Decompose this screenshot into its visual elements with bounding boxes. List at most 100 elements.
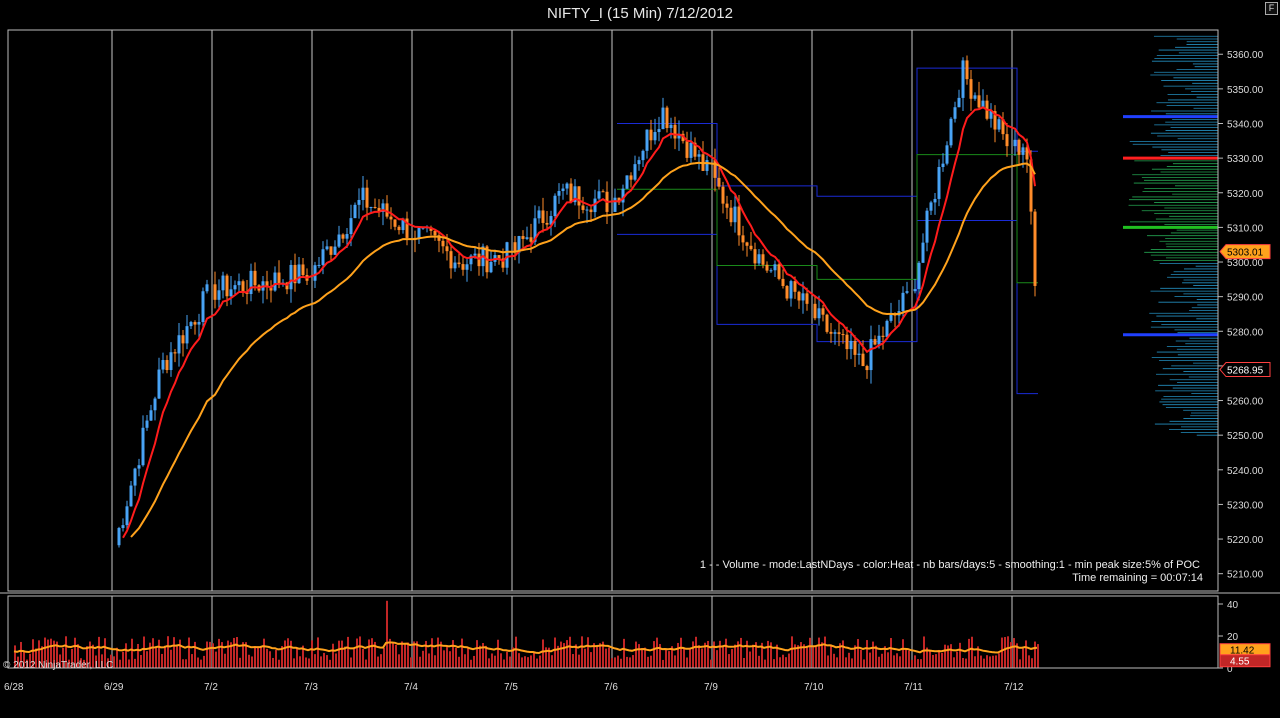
y-tick-label: 5220.00: [1227, 535, 1264, 546]
candle-body: [817, 308, 821, 319]
volume-bar: [455, 647, 457, 668]
volume-bar: [257, 647, 259, 668]
volume-bar: [323, 652, 325, 668]
candle-body: [345, 234, 349, 239]
volume-bar: [830, 644, 832, 668]
volume-bar: [533, 652, 535, 668]
volume-bar: [707, 640, 709, 668]
candle-body: [577, 186, 581, 206]
volume-bar: [518, 653, 520, 668]
volume-bar: [773, 659, 775, 668]
volume-bar: [464, 654, 466, 668]
candle-body: [885, 320, 889, 337]
volume-bar: [938, 649, 940, 668]
candle-body: [849, 340, 853, 350]
candle-body: [441, 240, 445, 247]
volume-bar: [218, 638, 220, 668]
volume-bar: [578, 654, 580, 668]
volume-bar: [1031, 658, 1033, 668]
volume-bar: [1019, 659, 1021, 668]
volume-bar: [824, 636, 826, 668]
candle-body: [637, 160, 641, 165]
volume-bar: [866, 640, 868, 668]
volume-bar: [848, 652, 850, 668]
candle-body: [865, 366, 869, 371]
candle-body: [953, 107, 957, 119]
y-tick-label: 5240.00: [1227, 466, 1264, 477]
volume-bar: [335, 653, 337, 668]
candle-body: [905, 291, 909, 293]
candle-body: [665, 107, 669, 129]
volume-bar: [629, 657, 631, 668]
volume-bar: [497, 639, 499, 668]
chart-canvas[interactable]: 6/28 6/29 7/2 7/3 7/4 7/5 7/6 7/9 7/10 7/11 7/12 52…: [0, 0, 1280, 718]
volume-bar: [146, 651, 148, 668]
candle-body: [137, 465, 141, 469]
candle-body: [961, 60, 965, 98]
volume-bar: [275, 649, 277, 668]
volume-bar: [371, 638, 373, 668]
volume-bar: [782, 654, 784, 668]
volume-bar: [488, 658, 490, 668]
volume-bar: [893, 655, 895, 668]
volume-bar: [812, 646, 814, 668]
candle-body: [489, 261, 493, 273]
volume-bar: [446, 647, 448, 668]
y-tick-label: 5300.00: [1227, 258, 1264, 269]
volume-bar: [131, 638, 133, 668]
volume-bar: [140, 655, 142, 668]
candle-body: [565, 183, 569, 189]
y-tick-label: 5330.00: [1227, 154, 1264, 165]
volume-bar: [632, 655, 634, 668]
volume-bar: [395, 644, 397, 668]
volume-bar: [905, 649, 907, 668]
candle-body: [341, 234, 345, 239]
candle-body: [541, 210, 545, 223]
volume-bar: [917, 659, 919, 668]
volume-bar: [380, 654, 382, 668]
candle-body: [725, 203, 729, 208]
volume-bar: [1007, 636, 1009, 668]
candle-body: [785, 286, 789, 299]
volume-bar: [614, 657, 616, 668]
candle-body: [781, 278, 785, 287]
volume-bar: [134, 658, 136, 668]
volume-bar: [491, 653, 493, 668]
candle-body: [561, 188, 565, 192]
candle-body: [789, 281, 793, 299]
candle-body: [585, 209, 589, 211]
volume-bar: [698, 645, 700, 668]
volume-bar: [398, 654, 400, 668]
volume-bar: [605, 648, 607, 668]
candle-body: [557, 191, 561, 196]
volume-bar: [470, 659, 472, 668]
candle-body: [569, 183, 573, 203]
value-area-lines: [617, 67, 1038, 395]
volume-bar: [137, 643, 139, 668]
candle-body: [869, 339, 873, 371]
volume-bar: [959, 642, 961, 668]
y-tick-label: 5210.00: [1227, 570, 1264, 581]
volume-bar: [431, 638, 433, 668]
volume-bar: [365, 659, 367, 668]
volume-bar: [239, 657, 241, 668]
volume-bar: [560, 641, 562, 668]
candle-body: [349, 218, 353, 235]
time-remaining: Time remaining = 00:07:14: [1072, 572, 1203, 584]
value-area-high: [617, 67, 1038, 197]
volume-bar: [227, 640, 229, 668]
candle-body: [545, 222, 549, 225]
candle-body: [965, 60, 969, 80]
volume-bar: [167, 636, 169, 668]
volume-bar: [170, 649, 172, 668]
volume-bar: [299, 656, 301, 668]
volume-bar: [185, 659, 187, 668]
volume-bar: [734, 644, 736, 668]
y-tick-label: 5230.00: [1227, 500, 1264, 511]
candle-body: [125, 506, 129, 526]
moving-averages: [122, 106, 1036, 539]
volume-bar: [674, 655, 676, 668]
volume-bar: [611, 658, 613, 668]
candle-body: [369, 207, 373, 209]
candle-body: [361, 187, 365, 200]
